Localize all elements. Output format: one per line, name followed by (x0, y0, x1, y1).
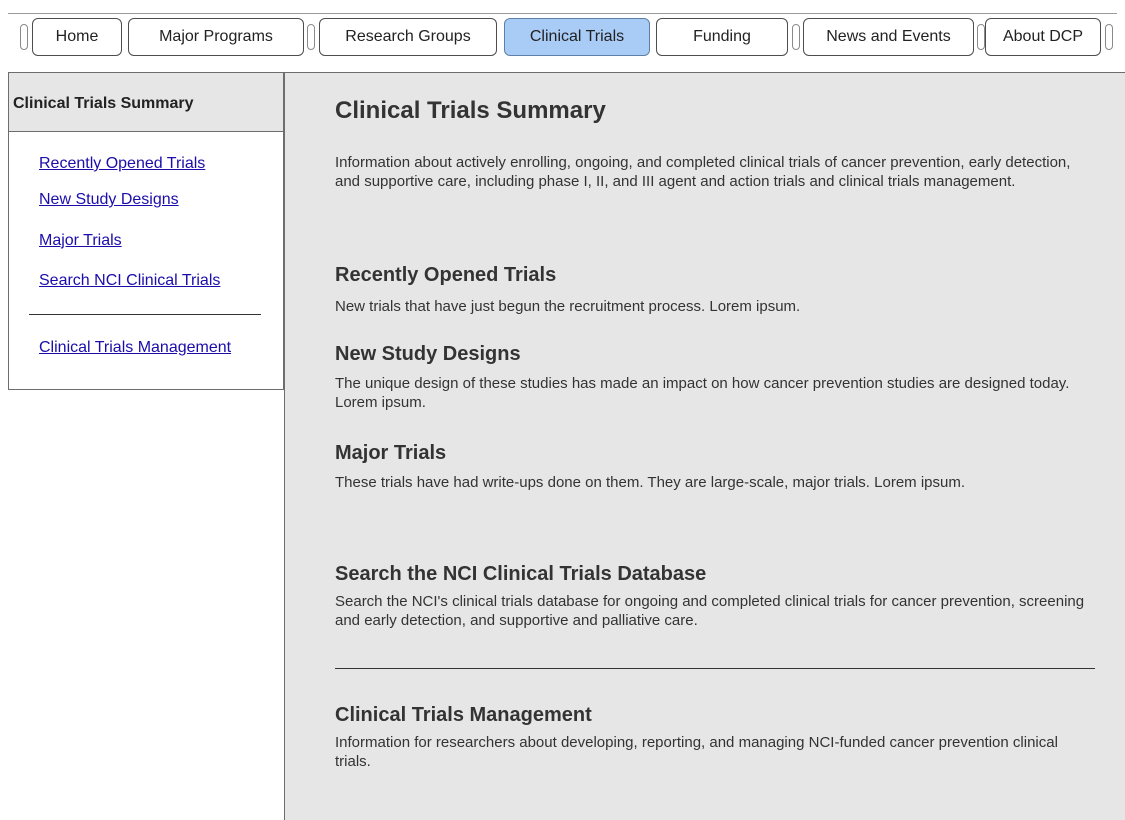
sidebar-link-search-nci-clinical-trials[interactable]: Search NCI Clinical Trials (39, 272, 220, 290)
section-description-search-nci-database: Search the NCI's clinical trials databas… (335, 593, 1085, 629)
tab-news-and-events[interactable]: News and Events (803, 18, 974, 56)
sidebar-link-major-trials[interactable]: Major Trials (39, 232, 122, 250)
tab-divider (977, 24, 985, 50)
tab-divider (792, 24, 800, 50)
tab-label: Home (55, 28, 99, 45)
section-title-recently-opened-trials: Recently Opened Trials (335, 264, 557, 286)
nav-baseline (8, 13, 1117, 14)
tab-clinical-trials[interactable]: Clinical Trials (504, 18, 650, 56)
page-title: Clinical Trials Summary (335, 97, 606, 124)
tab-divider (1105, 24, 1113, 50)
tab-label: Major Programs (159, 28, 273, 45)
tab-label: About DCP (1002, 28, 1084, 45)
top-navigation: Home Major Programs Research Groups Clin… (0, 0, 1125, 64)
sidebar-link-recently-opened-trials[interactable]: Recently Opened Trials (39, 155, 205, 173)
sidebar-link-clinical-trials-management[interactable]: Clinical Trials Management (39, 339, 231, 357)
intro-text: Information about actively enrolling, on… (335, 154, 1071, 190)
main-content: Clinical Trials Summary Information abou… (284, 72, 1125, 820)
section-title-new-study-designs: New Study Designs (335, 343, 521, 365)
section-title-major-trials: Major Trials (335, 442, 447, 464)
section-description-clinical-trials-management: Information for researchers about develo… (335, 734, 1058, 770)
sidebar-link-new-study-designs[interactable]: New Study Designs (39, 191, 179, 209)
tab-funding[interactable]: Funding (656, 18, 788, 56)
sidebar-title: Clinical Trials Summary (13, 95, 194, 112)
tab-label: Clinical Trials (529, 28, 625, 45)
tab-major-programs[interactable]: Major Programs (128, 18, 304, 56)
section-description-major-trials: These trials have had write-ups done on … (335, 474, 966, 491)
sidebar: Clinical Trials Summary Recently Opened … (8, 72, 284, 390)
section-description-recently-opened-trials: New trials that have just begun the recr… (335, 298, 801, 315)
section-description-new-study-designs: The unique design of these studies has m… (335, 375, 1070, 411)
section-title-clinical-trials-management: Clinical Trials Management (335, 704, 592, 726)
tab-label: Research Groups (345, 28, 471, 45)
tab-label: News and Events (826, 28, 951, 45)
tab-divider (20, 24, 28, 50)
sidebar-header: Clinical Trials Summary (9, 72, 283, 132)
tab-research-groups[interactable]: Research Groups (319, 18, 497, 56)
tab-about-dcp[interactable]: About DCP (985, 18, 1101, 56)
tab-divider (307, 24, 315, 50)
tab-home[interactable]: Home (32, 18, 122, 56)
content-divider (335, 668, 1095, 669)
tab-label: Funding (693, 28, 751, 45)
sidebar-divider (29, 314, 261, 315)
section-title-search-nci-database: Search the NCI Clinical Trials Database (335, 563, 707, 585)
